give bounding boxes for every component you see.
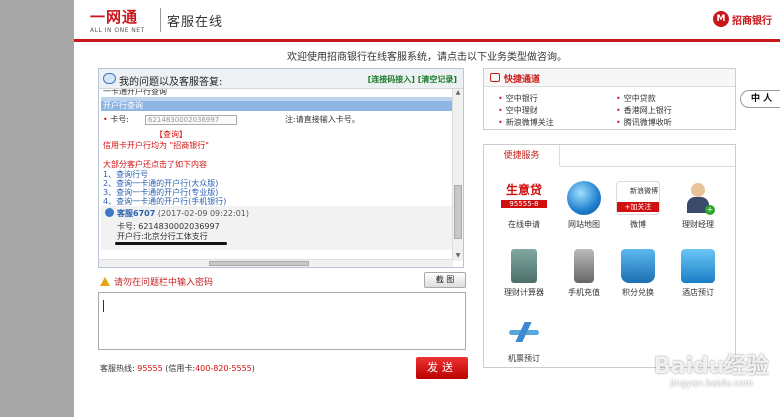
hscroll-thumb[interactable] bbox=[209, 261, 309, 266]
chat-title: 我的问题以及客服答复: bbox=[119, 77, 223, 88]
quick-link[interactable]: 香港网上银行 bbox=[616, 105, 734, 116]
tile-sitemap[interactable]: 网站地图 bbox=[556, 181, 612, 230]
tile-finance-manager[interactable]: + 理财经理 bbox=[670, 181, 726, 230]
quick-link[interactable]: 空中理财 bbox=[498, 105, 616, 116]
welcome-text: 欢迎使用招商银行在线客服系统，请点击以下业务类型做咨询。 bbox=[287, 52, 567, 63]
tile-hotel[interactable]: 酒店预订 bbox=[670, 249, 726, 298]
question-input[interactable] bbox=[98, 292, 466, 350]
bank-logo: M 招商银行 bbox=[713, 11, 772, 27]
agent-name: 客服6707 bbox=[117, 209, 156, 218]
quick-link[interactable]: 新浪微博关注 bbox=[498, 117, 616, 128]
side-float-tab[interactable]: 中 人 bbox=[740, 90, 780, 108]
tile-flight[interactable]: 机票预订 bbox=[496, 315, 552, 364]
chat-header: 我的问题以及客服答复: [连接码接入] [清空记录] bbox=[99, 69, 463, 89]
agent-avatar-icon bbox=[105, 208, 114, 217]
quick-link[interactable]: 腾讯微博收听 bbox=[616, 117, 734, 128]
loan-apply-icon: 生意贷 95555-8 bbox=[501, 181, 547, 215]
convenient-service-panel: 便捷服务 生意贷 95555-8 在线申请 网站地图 新浪微博 +加关注 微博 … bbox=[483, 144, 736, 368]
tile-points[interactable]: 积分兑换 bbox=[610, 249, 666, 298]
quick-link[interactable]: 空中银行 bbox=[498, 93, 616, 104]
quick-channel-icon bbox=[490, 73, 500, 82]
quick-link-list: 空中银行 空中贷款 空中理财 香港网上银行 新浪微博关注 腾讯微博收听 bbox=[498, 93, 734, 128]
hotel-icon bbox=[681, 249, 715, 283]
chat-line: 一卡通开户行查询 bbox=[103, 89, 167, 96]
credit-note: 信用卡开户行均为 "招商银行" bbox=[103, 141, 209, 150]
redaction-mark bbox=[115, 242, 227, 245]
password-warning: 请勿在问题栏中输入密码 bbox=[100, 275, 213, 288]
scroll-down-icon[interactable]: ▼ bbox=[453, 252, 463, 261]
quick-link[interactable]: 空中贷款 bbox=[616, 93, 734, 104]
tab-convenient-service[interactable]: 便捷服务 bbox=[484, 145, 560, 167]
agent-message: 客服6707 (2017-02-09 09:22:01) 卡号: 6214830… bbox=[101, 206, 453, 250]
reply-branch: 开户行:北京分行工体支行 bbox=[117, 232, 208, 241]
watermark-url: jingyan.baidu.com bbox=[670, 379, 754, 389]
tile-phone-topup[interactable]: 手机充值 bbox=[556, 249, 612, 298]
message-time: (2017-02-09 09:22:01) bbox=[157, 209, 250, 218]
screenshot-button[interactable]: 截 图 bbox=[424, 272, 466, 288]
header-divider bbox=[160, 8, 161, 32]
required-mark: • bbox=[103, 115, 108, 124]
sitemap-icon bbox=[567, 181, 601, 215]
warning-icon bbox=[100, 277, 110, 286]
tile-calculator[interactable]: 理财计算器 bbox=[496, 249, 552, 298]
chat-panel: 我的问题以及客服答复: [连接码接入] [清空记录] 一卡通开户行查询 开户行查… bbox=[98, 68, 464, 268]
manager-icon: + bbox=[681, 181, 715, 215]
flight-icon bbox=[507, 315, 541, 349]
tab-underline bbox=[560, 166, 735, 167]
cmb-logo-icon: M bbox=[713, 11, 729, 27]
yiwangtong-logo: 一网通 ALL IN ONE NET bbox=[90, 8, 145, 34]
scroll-up-icon[interactable]: ▲ bbox=[453, 89, 463, 98]
top-bar: 一网通 ALL IN ONE NET 客服在线 M 招商银行 bbox=[74, 0, 780, 42]
connect-code-link[interactable]: [连接码接入] bbox=[368, 75, 415, 84]
phone-topup-icon bbox=[574, 249, 594, 283]
calculator-icon bbox=[511, 249, 537, 283]
chat-vertical-scrollbar[interactable]: ▲ ▼ bbox=[452, 89, 463, 261]
chat-bubble-icon bbox=[103, 73, 116, 84]
service-title: 客服在线 bbox=[167, 15, 224, 30]
clear-history-link[interactable]: [清空记录] bbox=[418, 75, 457, 84]
card-hint: 注:请直接输入卡号。 bbox=[285, 115, 360, 124]
card-label: 卡号: bbox=[110, 115, 129, 124]
tile-online-apply[interactable]: 生意贷 95555-8 在线申请 bbox=[496, 181, 552, 230]
chat-log: 一卡通开户行查询 开户行查询 • 卡号: 6214830002036997 注:… bbox=[99, 89, 453, 261]
page: 一网通 ALL IN ONE NET 客服在线 M 招商银行 欢迎使用招商银行在… bbox=[74, 0, 780, 417]
query-button[interactable]: 【查询】 bbox=[155, 129, 187, 140]
quick-channel-title: 快捷通道 bbox=[504, 75, 541, 85]
chat-horizontal-scrollbar[interactable] bbox=[99, 259, 453, 267]
scroll-thumb[interactable] bbox=[454, 185, 462, 239]
watermark-logo: Baidu经验 bbox=[654, 354, 769, 379]
points-icon bbox=[621, 249, 655, 283]
send-button[interactable]: 发送 bbox=[416, 357, 468, 379]
card-number-input[interactable]: 6214830002036997 bbox=[145, 115, 237, 125]
section-title: 开户行查询 bbox=[101, 101, 453, 111]
hotline: 客服热线: 95555 (信用卡:400-820-5555) bbox=[100, 364, 255, 373]
tile-weibo[interactable]: 新浪微博 +加关注 微博 bbox=[610, 181, 666, 230]
text-caret bbox=[103, 300, 104, 312]
quick-channel-panel: 快捷通道 空中银行 空中贷款 空中理财 香港网上银行 新浪微博关注 腾讯微博收听 bbox=[483, 68, 736, 130]
weibo-icon: 新浪微博 +加关注 bbox=[616, 181, 660, 215]
